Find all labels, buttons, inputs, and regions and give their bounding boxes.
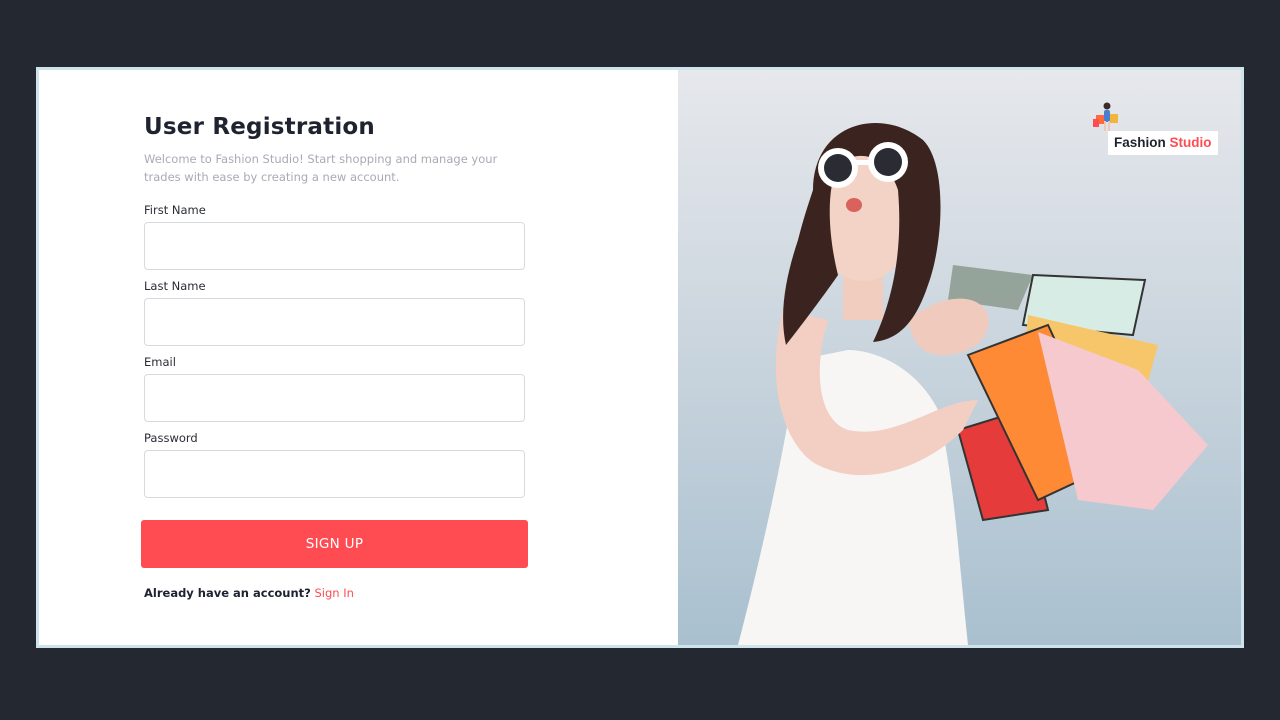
brand-logo: Fashion Studio [1090, 102, 1222, 155]
shopping-figure-icon [1093, 102, 1118, 131]
hero-panel: Fashion Studio [678, 70, 1241, 645]
first-name-input[interactable] [144, 222, 525, 270]
sign-in-link[interactable]: Sign In [315, 586, 354, 600]
first-name-label: First Name [144, 203, 206, 217]
brand-name: Fashion Studio [1108, 131, 1218, 155]
password-input[interactable] [144, 450, 525, 498]
email-input[interactable] [144, 374, 525, 422]
brand-name-part2: Studio [1169, 135, 1212, 150]
signin-row: Already have an account? Sign In [144, 586, 354, 600]
registration-form-panel: User Registration Welcome to Fashion Stu… [39, 70, 678, 645]
signin-prompt: Already have an account? [144, 586, 311, 600]
email-label: Email [144, 355, 176, 369]
last-name-label: Last Name [144, 279, 206, 293]
white-dress [738, 350, 968, 645]
woman-with-shopping-bags-illustration [738, 122, 1208, 645]
password-label: Password [144, 431, 198, 445]
page-subtitle: Welcome to Fashion Studio! Start shoppin… [144, 152, 498, 184]
page-title: User Registration [144, 114, 375, 140]
hands [908, 298, 989, 355]
sign-up-button[interactable]: SIGN UP [141, 520, 528, 568]
last-name-input[interactable] [144, 298, 525, 346]
brand-name-part1: Fashion [1114, 135, 1166, 150]
registration-card: User Registration Welcome to Fashion Stu… [36, 67, 1244, 648]
